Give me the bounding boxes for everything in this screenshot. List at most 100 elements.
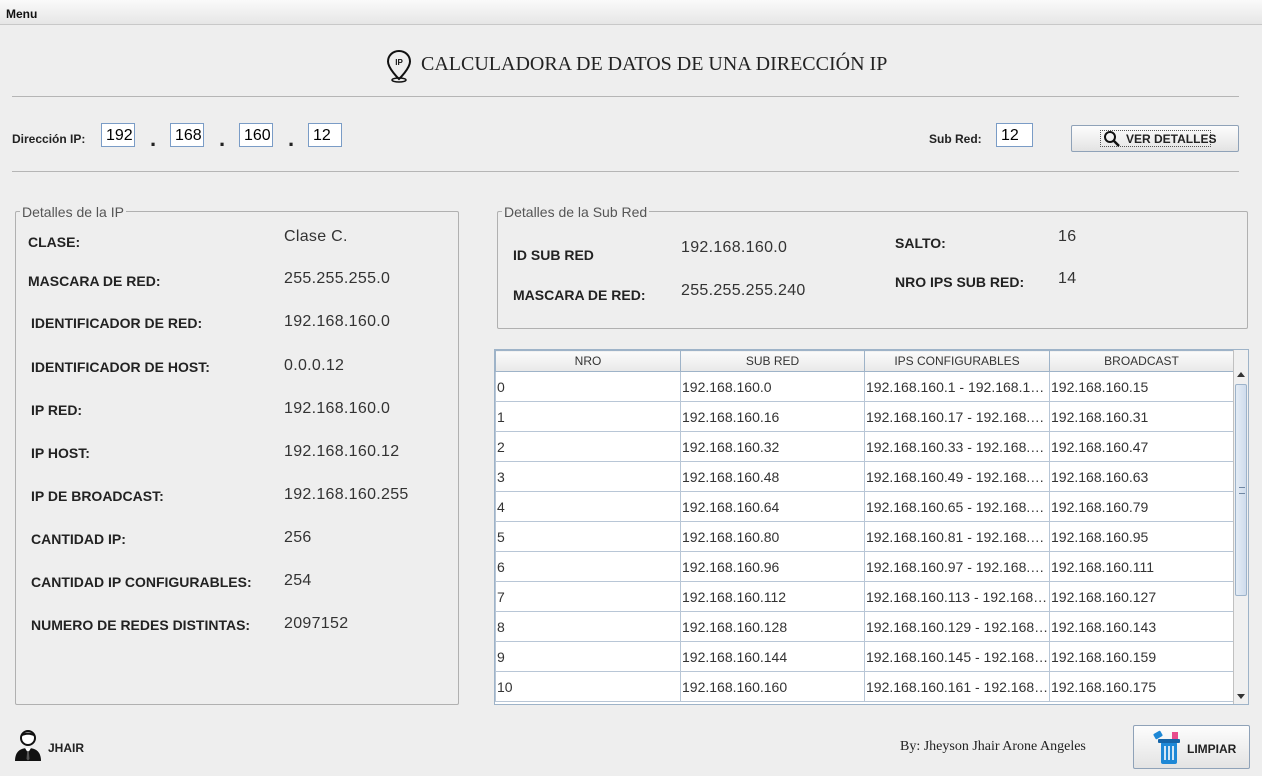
subnet-id-value: 192.168.160.0: [681, 239, 788, 256]
subnet-details-title: Detalles de la Sub Red: [502, 204, 650, 220]
ip-host-label: IP HOST:: [31, 445, 90, 461]
column-header-broadcast[interactable]: BROADCAST: [1049, 350, 1234, 372]
table-cell[interactable]: 192.168.160.175: [1049, 671, 1234, 702]
table-cell[interactable]: 192.168.160.0: [680, 371, 865, 402]
subnet-id-label: ID SUB RED: [513, 247, 594, 263]
table-cell[interactable]: 192.168.160.79: [1049, 491, 1234, 522]
table-row[interactable]: 10 192.168.160.160 192.168.160.161 - 192.1…: [495, 671, 1234, 702]
table-cell[interactable]: 192.168.160.112: [680, 581, 865, 612]
netmask-value: 255.255.255.0: [284, 270, 391, 287]
table-cell[interactable]: 192.168.160.47: [1049, 431, 1234, 462]
divider-middle: [12, 171, 1239, 172]
menu-item-menu[interactable]: Menu: [6, 7, 37, 21]
subnet-table-container: NRO SUB RED IPS CONFIGURABLES BROADCAST …: [494, 349, 1249, 705]
table-cell[interactable]: 2: [495, 431, 681, 462]
trash-bin-icon: [1152, 730, 1182, 771]
ip-octet-3-input[interactable]: [239, 123, 273, 147]
table-cell[interactable]: 192.168.160.81 - 192.168.1...: [864, 521, 1050, 552]
column-header-nro[interactable]: NRO: [495, 350, 681, 372]
table-cell[interactable]: 192.168.160.160: [680, 671, 865, 702]
table-row[interactable]: 8 192.168.160.128 192.168.160.129 - 192.16…: [495, 611, 1234, 642]
subnet-ips-value: 14: [1058, 270, 1077, 287]
table-row[interactable]: 5 192.168.160.80 192.168.160.81 - 192.168.…: [495, 521, 1234, 552]
table-cell[interactable]: 192.168.160.16: [680, 401, 865, 432]
person-avatar-icon: [13, 729, 43, 768]
divider-top: [12, 96, 1239, 97]
table-cell[interactable]: 192.168.160.97 - 192.168.1...: [864, 551, 1050, 582]
svg-text:IP: IP: [395, 58, 403, 67]
column-header-subnet[interactable]: SUB RED: [680, 350, 865, 372]
table-cell[interactable]: 192.168.160.127: [1049, 581, 1234, 612]
table-cell[interactable]: 192.168.160.161 - 192.168.1...: [864, 671, 1050, 702]
table-cell[interactable]: 192.168.160.49 - 192.168.1...: [864, 461, 1050, 492]
table-cell[interactable]: 1: [495, 401, 681, 432]
table-cell[interactable]: 192.168.160.65 - 192.168.1...: [864, 491, 1050, 522]
jump-label: SALTO:: [895, 235, 946, 251]
table-cell[interactable]: 192.168.160.95: [1049, 521, 1234, 552]
jump-value: 16: [1058, 228, 1077, 245]
table-cell[interactable]: 0: [495, 371, 681, 402]
search-icon: [1103, 130, 1121, 153]
subnet-mask-value: 255.255.255.240: [681, 282, 806, 299]
table-cell[interactable]: 10: [495, 671, 681, 702]
menu-bar: Menu: [0, 0, 1262, 25]
table-cell[interactable]: 192.168.160.17 - 192.168.1...: [864, 401, 1050, 432]
ip-octet-2-input[interactable]: [170, 123, 204, 147]
clear-button[interactable]: LIMPIAR: [1133, 725, 1250, 769]
table-cell[interactable]: 192.168.160.80: [680, 521, 865, 552]
table-cell[interactable]: 192.168.160.48: [680, 461, 865, 492]
table-row[interactable]: 0 192.168.160.0 192.168.160.1 - 192.168.16…: [495, 371, 1234, 402]
table-row[interactable]: 4 192.168.160.64 192.168.160.65 - 192.168.…: [495, 491, 1234, 522]
table-cell[interactable]: 192.168.160.64: [680, 491, 865, 522]
author-credit: By: Jheyson Jhair Arone Angeles: [900, 739, 1086, 754]
table-cell[interactable]: 9: [495, 641, 681, 672]
subnet-ips-label: NRO IPS SUB RED:: [895, 274, 1025, 290]
table-row[interactable]: 7 192.168.160.112 192.168.160.113 - 192.16…: [495, 581, 1234, 612]
class-label: CLASE:: [28, 234, 81, 250]
network-id-value: 192.168.160.0: [284, 313, 391, 330]
configurable-ip-label: CANTIDAD IP CONFIGURABLES:: [31, 574, 252, 590]
table-cell[interactable]: 192.168.160.143: [1049, 611, 1234, 642]
table-cell[interactable]: 192.168.160.159: [1049, 641, 1234, 672]
scroll-down-arrow-icon[interactable]: [1237, 694, 1245, 699]
subnet-table: NRO SUB RED IPS CONFIGURABLES BROADCAST …: [495, 350, 1234, 702]
table-row[interactable]: 1 192.168.160.16 192.168.160.17 - 192.168.…: [495, 401, 1234, 432]
table-cell[interactable]: 192.168.160.63: [1049, 461, 1234, 492]
table-cell[interactable]: 192.168.160.31: [1049, 401, 1234, 432]
table-cell[interactable]: 6: [495, 551, 681, 582]
ip-address-label: Dirección IP:: [12, 132, 86, 146]
table-cell[interactable]: 8: [495, 611, 681, 642]
table-cell[interactable]: 3: [495, 461, 681, 492]
subnet-details-panel: [497, 211, 1248, 329]
table-row[interactable]: 9 192.168.160.144 192.168.160.145 - 192.16…: [495, 641, 1234, 672]
table-cell[interactable]: 192.168.160.96: [680, 551, 865, 582]
table-row[interactable]: 2 192.168.160.32 192.168.160.33 - 192.168.…: [495, 431, 1234, 462]
subnet-input[interactable]: [996, 123, 1033, 147]
table-cell[interactable]: 7: [495, 581, 681, 612]
ip-details-title: Detalles de la IP: [20, 204, 126, 220]
table-cell[interactable]: 192.168.160.129 - 192.168....: [864, 611, 1050, 642]
table-cell[interactable]: 192.168.160.145 - 192.168....: [864, 641, 1050, 672]
view-details-button[interactable]: VER DETALLES: [1071, 125, 1239, 152]
ip-octet-4-input[interactable]: [308, 123, 342, 147]
ip-network-value: 192.168.160.0: [284, 400, 391, 417]
ip-octet-1-input[interactable]: [101, 123, 135, 147]
table-cell[interactable]: 192.168.160.1 - 192.168.16...: [864, 371, 1050, 402]
scrollbar-thumb[interactable]: [1235, 384, 1247, 596]
table-row[interactable]: 6 192.168.160.96 192.168.160.97 - 192.168.…: [495, 551, 1234, 582]
table-cell[interactable]: 192.168.160.128: [680, 611, 865, 642]
scroll-up-arrow-icon[interactable]: [1237, 372, 1245, 377]
table-cell[interactable]: 192.168.160.32: [680, 431, 865, 462]
table-cell[interactable]: 192.168.160.144: [680, 641, 865, 672]
table-cell[interactable]: 192.168.160.33 - 192.168.1...: [864, 431, 1050, 462]
table-cell[interactable]: 5: [495, 521, 681, 552]
column-header-configurable-ips[interactable]: IPS CONFIGURABLES: [864, 350, 1050, 372]
table-cell[interactable]: 192.168.160.111: [1049, 551, 1234, 582]
table-cell[interactable]: 192.168.160.15: [1049, 371, 1234, 402]
table-cell[interactable]: 192.168.160.113 - 192.168.1...: [864, 581, 1050, 612]
table-row[interactable]: 3 192.168.160.48 192.168.160.49 - 192.168.…: [495, 461, 1234, 492]
table-cell[interactable]: 4: [495, 491, 681, 522]
octet-separator: .: [150, 126, 157, 151]
table-scrollbar[interactable]: [1233, 350, 1248, 704]
user-name-label: JHAIR: [48, 741, 85, 755]
